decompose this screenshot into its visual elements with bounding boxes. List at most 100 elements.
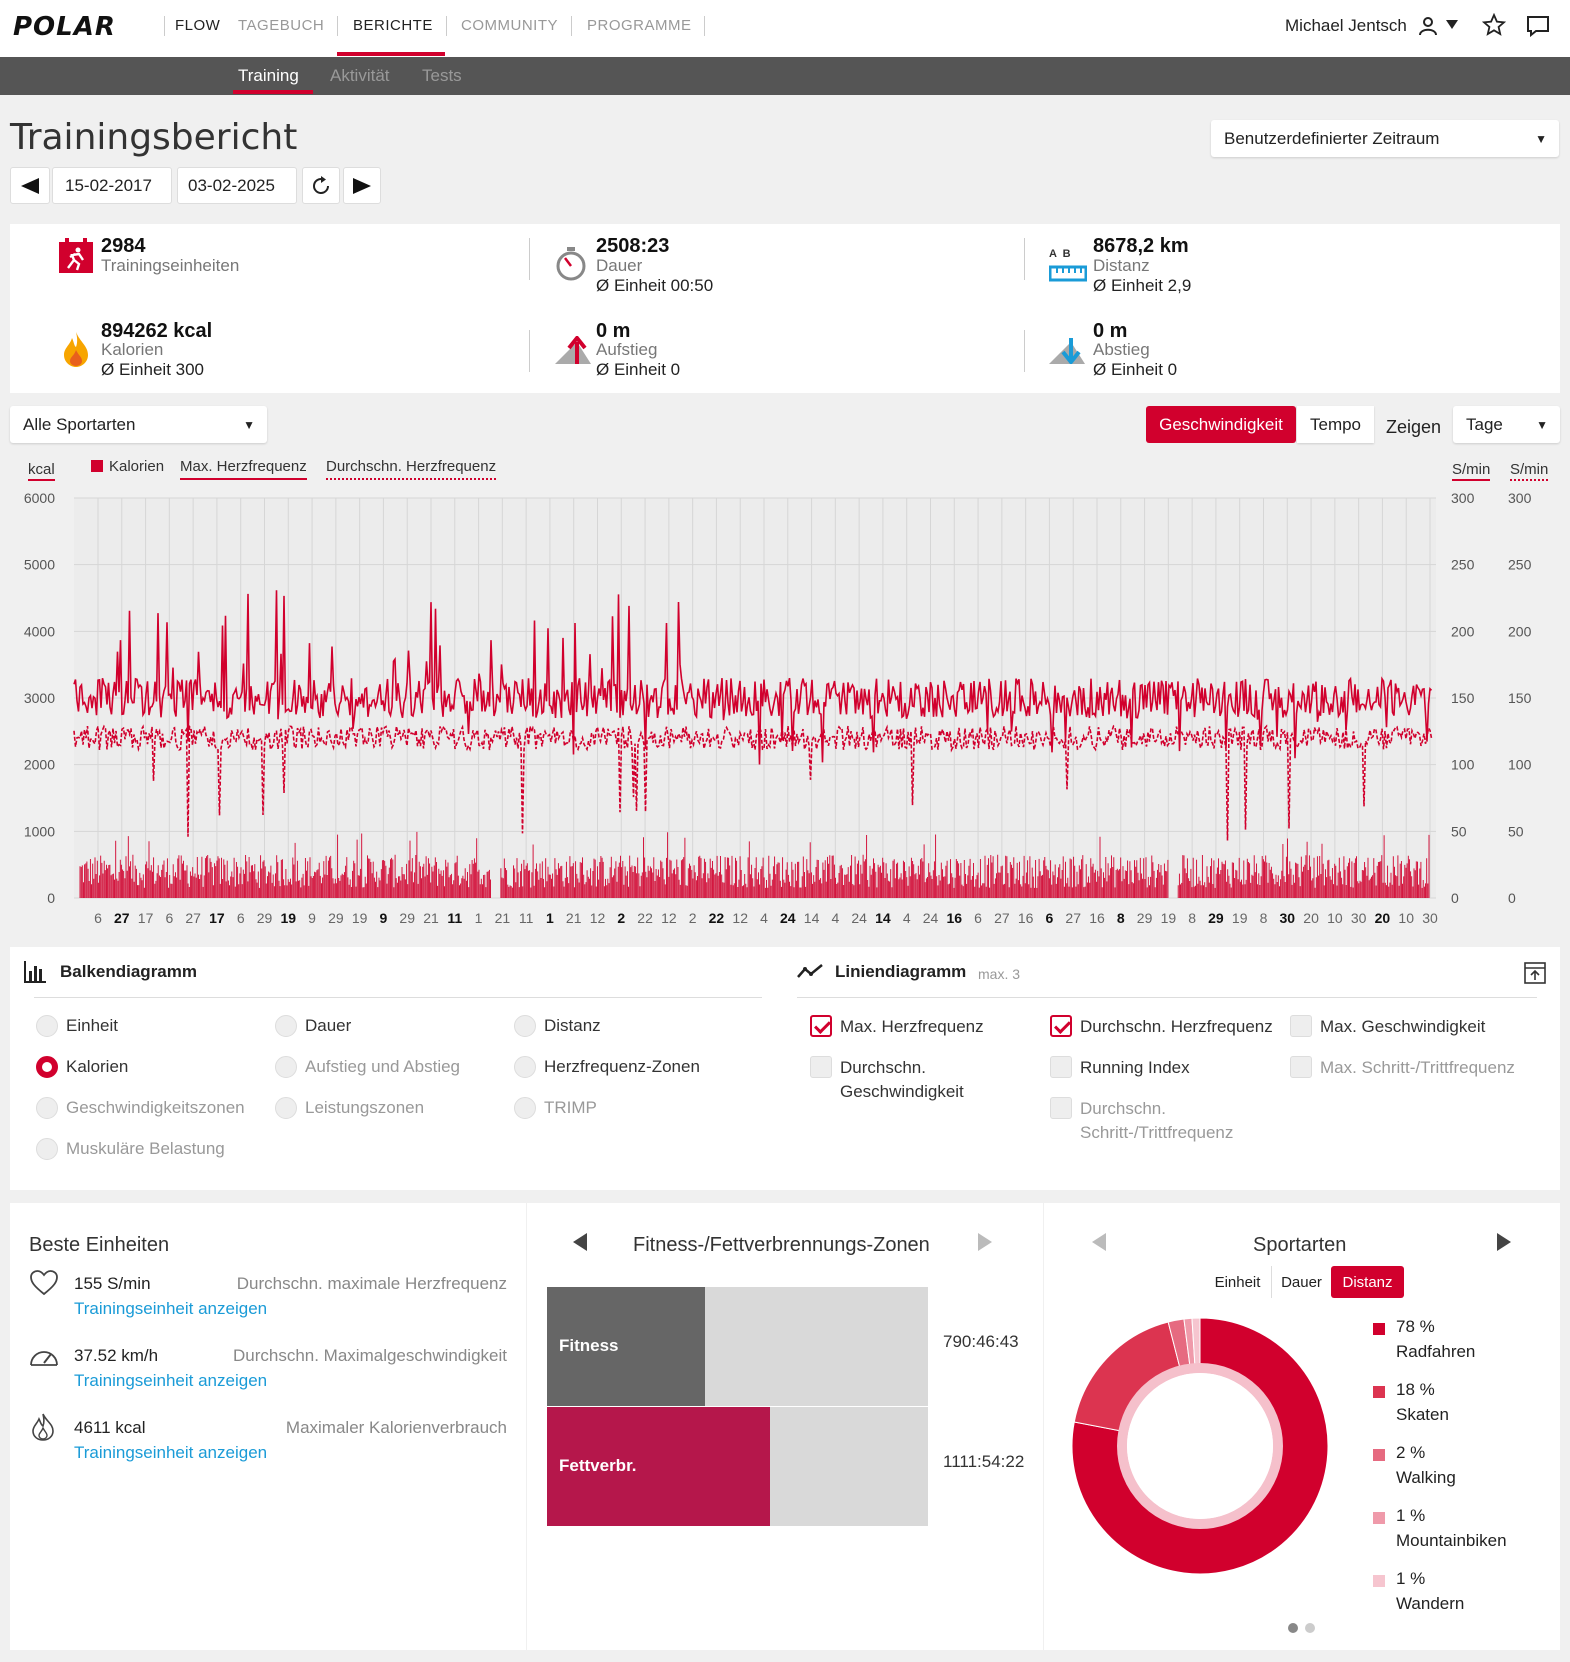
- x-tick: 14: [875, 910, 891, 926]
- radio-button[interactable]: [514, 1056, 536, 1078]
- radio-button[interactable]: [514, 1015, 536, 1037]
- bar-option[interactable]: Kalorien: [36, 1056, 128, 1078]
- subtab-tests[interactable]: Tests: [422, 66, 462, 86]
- best-speed-link[interactable]: Trainingseinheit anzeigen: [74, 1371, 267, 1391]
- carousel-dot[interactable]: [1305, 1623, 1315, 1633]
- user-icon[interactable]: [1418, 16, 1438, 36]
- active-nav-indicator: [337, 52, 445, 56]
- line-option[interactable]: Max. Schritt-/Trittfrequenz: [1290, 1056, 1525, 1080]
- export-icon[interactable]: [1524, 962, 1546, 984]
- bar-option[interactable]: Geschwindigkeitszonen: [36, 1097, 245, 1119]
- bar-option[interactable]: Distanz: [514, 1015, 601, 1037]
- descent-icon: [1049, 338, 1085, 364]
- fatburn-zone-label: Fettverbr.: [559, 1456, 637, 1475]
- best-kcal-link[interactable]: Trainingseinheit anzeigen: [74, 1443, 267, 1463]
- line-option[interactable]: Max. Herzfrequenz: [810, 1015, 1045, 1039]
- next-period-button[interactable]: [343, 167, 381, 204]
- date-to-input[interactable]: 03-02-2025: [177, 167, 297, 204]
- line-chart-max: max. 3: [978, 966, 1021, 982]
- legend-calories[interactable]: Kalorien: [109, 458, 164, 475]
- nav-berichte[interactable]: BERICHTE: [353, 17, 433, 34]
- checkbox[interactable]: [1050, 1097, 1072, 1119]
- carousel-dot-active[interactable]: [1288, 1623, 1298, 1633]
- bar-option[interactable]: Einheit: [36, 1015, 118, 1037]
- radio-button[interactable]: [36, 1056, 58, 1078]
- bar-option[interactable]: Leistungszonen: [275, 1097, 424, 1119]
- period-select[interactable]: Benutzerdefinierter Zeitraum ▼: [1211, 120, 1559, 157]
- divider: [34, 997, 762, 998]
- sports-tab-distanz[interactable]: Distanz: [1331, 1266, 1404, 1298]
- radio-button[interactable]: [36, 1015, 58, 1037]
- x-tick: 6: [1046, 910, 1054, 926]
- granularity-select-value: Tage: [1466, 414, 1503, 434]
- checkbox[interactable]: [810, 1056, 832, 1078]
- star-icon[interactable]: [1482, 13, 1506, 37]
- best-title: Beste Einheiten: [29, 1234, 170, 1256]
- y-left-tick: 6000: [24, 490, 55, 506]
- x-tick: 1: [475, 910, 483, 926]
- x-tick: 11: [519, 910, 534, 926]
- legend-swatch: [1373, 1575, 1385, 1587]
- subtab-aktivitaet[interactable]: Aktivität: [330, 66, 390, 86]
- line-option[interactable]: Max. Geschwindigkeit: [1290, 1015, 1525, 1039]
- divider: [571, 16, 572, 36]
- line-option[interactable]: Running Index: [1050, 1056, 1285, 1080]
- legend-max-hr[interactable]: Max. Herzfrequenz: [180, 458, 307, 480]
- pace-toggle-button[interactable]: Tempo: [1297, 406, 1374, 443]
- checkbox[interactable]: [1290, 1015, 1312, 1037]
- checkbox[interactable]: [1290, 1056, 1312, 1078]
- sport-select[interactable]: Alle Sportarten ▼: [10, 406, 267, 443]
- radio-button[interactable]: [275, 1015, 297, 1037]
- training-chart[interactable]: 6000500040003000200010000 300 300250 25020…: [0, 480, 1570, 930]
- bar-option[interactable]: Muskuläre Belastung: [36, 1138, 225, 1160]
- x-tick: 27: [114, 910, 130, 926]
- bar-option[interactable]: Dauer: [275, 1015, 351, 1037]
- nav-community[interactable]: COMMUNITY: [461, 17, 558, 34]
- best-hr-link[interactable]: Trainingseinheit anzeigen: [74, 1299, 267, 1319]
- line-option[interactable]: Durchschn. Schritt-/Trittfrequenz: [1050, 1097, 1285, 1145]
- line-option[interactable]: Durchschn. Geschwindigkeit: [810, 1056, 1045, 1104]
- nav-tagebuch[interactable]: TAGEBUCH: [238, 17, 324, 34]
- checkbox[interactable]: [1050, 1056, 1072, 1078]
- sports-tab-dauer[interactable]: Dauer: [1271, 1266, 1331, 1298]
- sport-percent: 18 %: [1396, 1380, 1435, 1399]
- bar-option[interactable]: Herzfrequenz-Zonen: [514, 1056, 700, 1078]
- zones-next-icon[interactable]: [978, 1233, 992, 1251]
- radio-button[interactable]: [275, 1056, 297, 1078]
- refresh-button[interactable]: [302, 167, 340, 204]
- subtab-training[interactable]: Training: [238, 66, 299, 86]
- bar-option[interactable]: TRIMP: [514, 1097, 597, 1119]
- polar-logo[interactable]: POLAR: [13, 12, 116, 42]
- y-left-tick: 0: [47, 890, 55, 906]
- sessions-value: 2984: [101, 235, 146, 257]
- message-icon[interactable]: [1526, 15, 1550, 37]
- best-hr-value: 155 S/min: [74, 1274, 151, 1293]
- checkbox[interactable]: [1050, 1015, 1072, 1037]
- radio-button[interactable]: [36, 1138, 58, 1160]
- flow-label[interactable]: FLOW: [175, 17, 220, 34]
- bar-option[interactable]: Aufstieg und Abstieg: [275, 1056, 460, 1078]
- zones-prev-icon[interactable]: [573, 1233, 587, 1251]
- prev-period-button[interactable]: [10, 167, 50, 204]
- radio-button[interactable]: [514, 1097, 536, 1119]
- granularity-select[interactable]: Tage ▼: [1453, 406, 1560, 443]
- right-axis-unit-avg: S/min: [1510, 461, 1549, 481]
- sports-prev-icon[interactable]: [1092, 1233, 1106, 1251]
- radio-button[interactable]: [36, 1097, 58, 1119]
- radio-button[interactable]: [275, 1097, 297, 1119]
- bar-option-label: Aufstieg und Abstieg: [305, 1057, 461, 1076]
- checkbox[interactable]: [810, 1015, 832, 1037]
- x-tick: 20: [1375, 910, 1391, 926]
- chevron-down-icon[interactable]: [1446, 20, 1458, 30]
- sports-next-icon[interactable]: [1497, 1233, 1511, 1251]
- y-right-tick-2: 150: [1508, 690, 1532, 706]
- nav-programme[interactable]: PROGRAMME: [587, 17, 692, 34]
- line-option[interactable]: Durchschn. Herzfrequenz: [1050, 1015, 1285, 1039]
- legend-calories-swatch: [91, 460, 103, 472]
- user-name[interactable]: Michael Jentsch: [1285, 16, 1407, 36]
- x-tick: 29: [257, 910, 273, 926]
- legend-avg-hr[interactable]: Durchschn. Herzfrequenz: [326, 458, 497, 480]
- sports-tab-einheit[interactable]: Einheit: [1204, 1266, 1271, 1298]
- speed-toggle-button[interactable]: Geschwindigkeit: [1146, 406, 1296, 443]
- date-from-input[interactable]: 15-02-2017: [52, 167, 172, 204]
